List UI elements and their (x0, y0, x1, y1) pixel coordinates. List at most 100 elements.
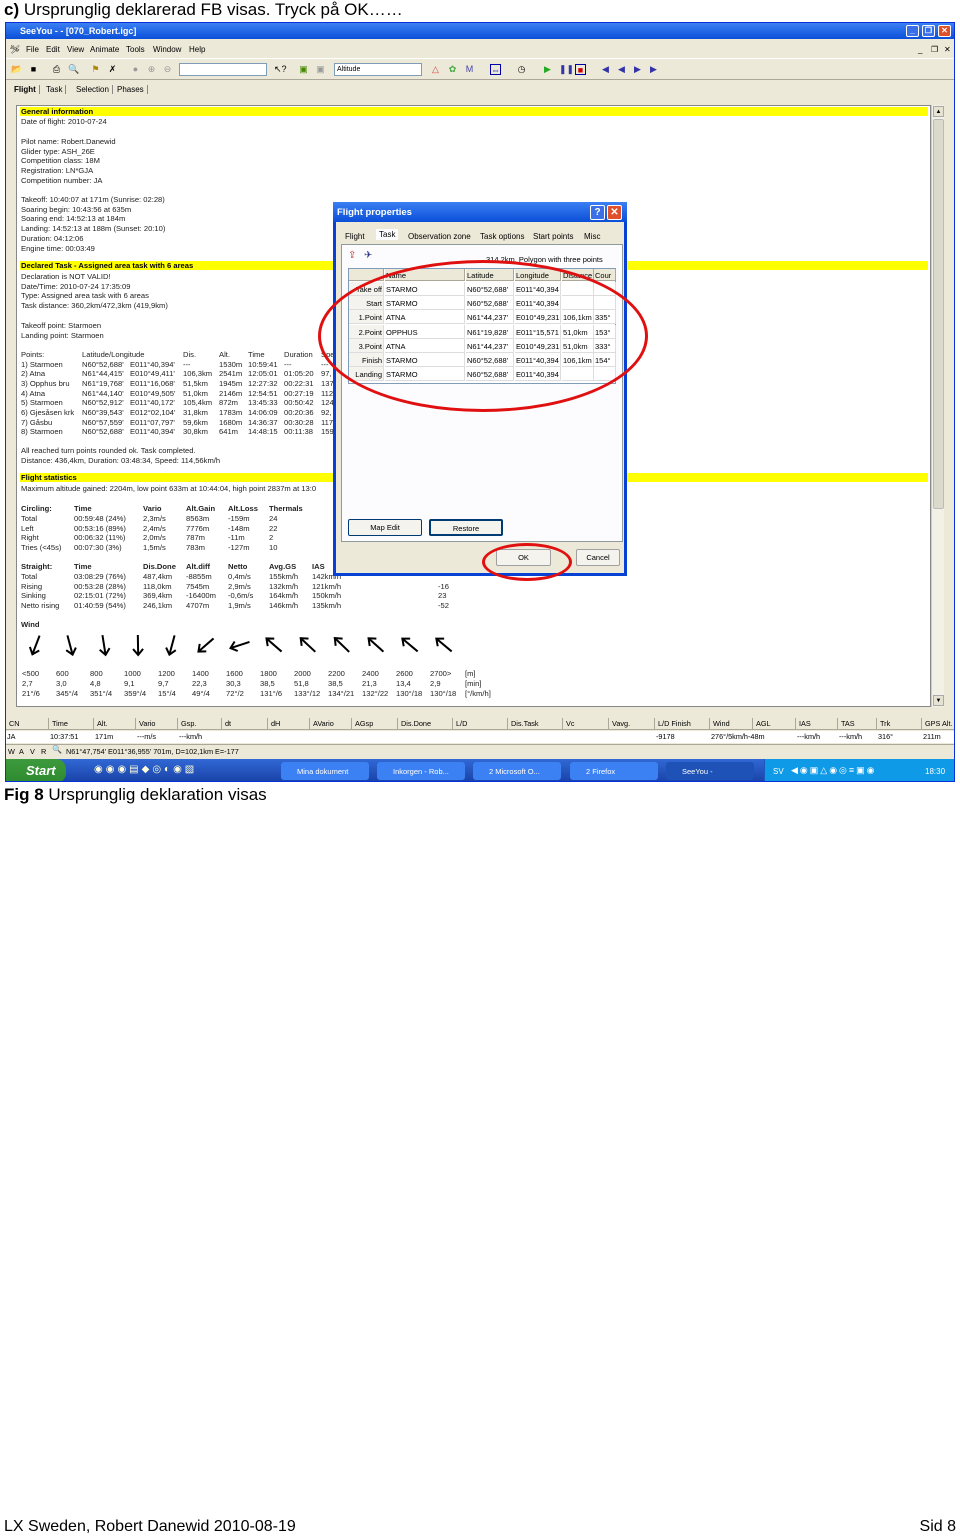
quick-launch-icons[interactable]: ◉◉◉▤◆◎◐◉▧ (94, 764, 197, 775)
print-icon[interactable]: ⎙ (51, 64, 62, 75)
dtab-flight[interactable]: Flight (345, 232, 365, 241)
optimize-icon[interactable]: ✗ (107, 64, 118, 75)
last-icon[interactable]: ▶ (648, 64, 659, 75)
grid-cell[interactable]: ATNA (385, 338, 465, 353)
save-icon[interactable]: ■ (28, 64, 39, 75)
first-icon[interactable]: ◀ (600, 64, 611, 75)
language-indicator[interactable]: SV (773, 767, 784, 776)
task-points-grid[interactable]: Name Latitude Longitude Distance Cour Take of… (348, 268, 616, 384)
maximize-button[interactable]: ❐ (922, 25, 935, 37)
play-icon[interactable]: ▶ (542, 64, 553, 75)
grid-cell[interactable]: N60°52,688' (466, 353, 514, 367)
sync-icon[interactable]: ⇔ (490, 64, 501, 75)
grid-cell[interactable]: E011°40,394 (515, 367, 561, 382)
menu-window[interactable]: Window (153, 45, 181, 54)
grid-header[interactable]: Cour (594, 269, 616, 281)
restore-button[interactable]: Restore (429, 519, 503, 536)
tab-selection[interactable]: Selection (76, 85, 113, 94)
grid-cell[interactable]: N61°44,237' (466, 338, 514, 353)
mode-toggle-w[interactable]: W (8, 747, 15, 756)
grid-cell[interactable]: E010°49,231 (515, 338, 561, 353)
grid-cell[interactable]: 51,0km (562, 324, 594, 339)
grid-cell[interactable]: N60°52,688' (466, 367, 514, 382)
grid-cell[interactable]: 333° (594, 338, 616, 353)
dtab-observation-zone[interactable]: Observation zone (408, 232, 471, 241)
dtab-misc[interactable]: Misc (584, 232, 600, 241)
dialog-close-button[interactable]: ✕ (607, 205, 622, 220)
grid-cell[interactable]: N60°52,688' (466, 296, 514, 311)
next-icon[interactable]: ▶ (632, 64, 643, 75)
grid-cell[interactable] (594, 296, 616, 311)
task-mina-dokument[interactable]: Mina dokument (281, 762, 369, 780)
grid-cell[interactable]: 106,1km (562, 353, 594, 367)
ok-button[interactable]: OK (496, 549, 551, 566)
grid-row-label[interactable]: Landing (349, 367, 384, 382)
stop-icon[interactable]: ■ (575, 64, 586, 75)
task-seeyou[interactable]: SeeYou - (666, 762, 754, 780)
grid-row-label[interactable]: 3.Point (349, 338, 384, 353)
grid-row-label[interactable]: 1.Point (349, 310, 384, 325)
dtab-start-points[interactable]: Start points (533, 232, 573, 241)
prev-icon[interactable]: ◀ (616, 64, 627, 75)
grid-cell[interactable]: 153° (594, 324, 616, 339)
task-inkorgen[interactable]: Inkorgen - Rob... (377, 762, 465, 780)
upload-task-icon[interactable]: ⇪ (348, 250, 356, 261)
dtab-task[interactable]: Task (376, 229, 399, 240)
grid-cell[interactable] (562, 367, 594, 382)
task-wizard-icon[interactable]: ✈ (364, 250, 372, 261)
toolbar-combo[interactable] (179, 63, 267, 76)
start-button[interactable]: Start (6, 759, 66, 781)
menu-animate[interactable]: Animate (90, 45, 119, 54)
mdi-minimize-button[interactable]: _ (918, 45, 922, 54)
help-button[interactable]: ? (590, 205, 605, 220)
bell-icon[interactable]: △ (430, 64, 441, 75)
grid-cell[interactable] (562, 296, 594, 311)
grid-cell[interactable]: N61°19,828' (466, 324, 514, 339)
mdi-restore-button[interactable]: ❐ (931, 45, 938, 54)
grid-header[interactable]: Latitude (466, 269, 514, 281)
minimize-button[interactable]: _ (906, 25, 919, 37)
menu-view[interactable]: View (67, 45, 84, 54)
grid-cell[interactable]: STARMO (385, 353, 465, 367)
grid-header[interactable] (349, 269, 384, 281)
grid-row-label[interactable]: 2.Point (349, 324, 384, 339)
grid-cell[interactable]: OPPHUS (385, 324, 465, 339)
open-icon[interactable]: 📂 (11, 64, 22, 75)
task-microsoft-office[interactable]: 2 Microsoft O... (473, 762, 561, 780)
grid-cell[interactable] (594, 367, 616, 382)
menu-tools[interactable]: Tools (126, 45, 145, 54)
close-button[interactable]: ✕ (938, 25, 951, 37)
task-firefox[interactable]: 2 Firefox (570, 762, 658, 780)
grid-header[interactable]: Longitude (515, 269, 561, 281)
barogram-icon[interactable]: M (464, 64, 475, 75)
tab-task[interactable]: Task (46, 85, 67, 94)
mdi-close-button[interactable]: ✕ (944, 45, 951, 54)
grid-cell[interactable]: 154° (594, 353, 616, 367)
zoom-out-icon[interactable]: ⊖ (162, 64, 173, 75)
export-icon[interactable]: ▣ (315, 64, 326, 75)
grid-cell[interactable] (594, 282, 616, 296)
tray-icons[interactable]: ◀◉▣△◉◎≡▣◉ (791, 765, 877, 776)
grid-cell[interactable] (562, 282, 594, 296)
thermal-icon[interactable]: ✿ (447, 64, 458, 75)
grid-row-label[interactable]: Take off (349, 282, 384, 296)
grid-row-label[interactable]: Start (349, 296, 384, 311)
dtab-task-options[interactable]: Task options (480, 232, 524, 241)
mode-toggle-a[interactable]: A (19, 747, 24, 756)
mode-toggle-v[interactable]: V (30, 747, 35, 756)
grid-cell[interactable]: E011°15,571 (515, 324, 561, 339)
mode-toggle-r[interactable]: R (41, 747, 46, 756)
grid-row-label[interactable]: Finish (349, 353, 384, 367)
menu-file[interactable]: File (26, 45, 39, 54)
zoom-in-icon[interactable]: ⊕ (146, 64, 157, 75)
grid-cell[interactable]: E011°40,394 (515, 296, 561, 311)
grid-cell[interactable]: 106,1km (562, 310, 594, 325)
menu-edit[interactable]: Edit (46, 45, 60, 54)
help-pointer-icon[interactable]: ↖? (274, 64, 287, 75)
print-preview-icon[interactable]: 🔍 (68, 64, 79, 75)
grid-cell[interactable]: E011°40,394 (515, 353, 561, 367)
grid-cell[interactable]: STARMO (385, 296, 465, 311)
report-scrollbar[interactable]: ▲ ▼ (931, 105, 944, 707)
altitude-select[interactable]: Altitude (334, 63, 422, 76)
grid-cell[interactable]: 335° (594, 310, 616, 325)
